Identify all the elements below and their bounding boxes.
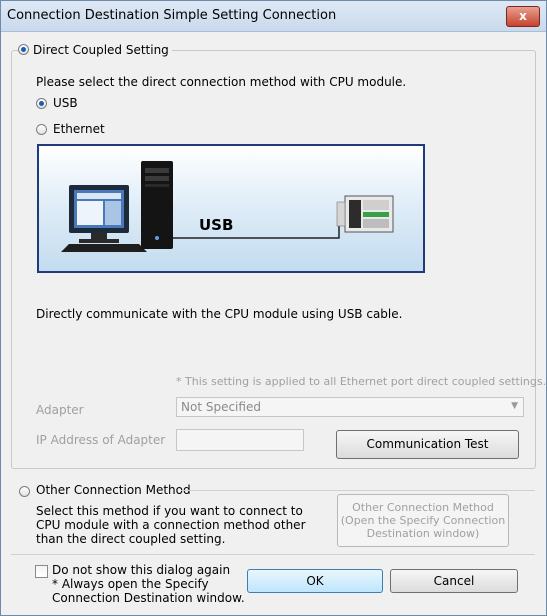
footer-separator (11, 554, 535, 555)
keyboard-icon (61, 244, 147, 252)
ok-button[interactable]: OK (247, 569, 383, 593)
other-connection-radio[interactable] (19, 486, 30, 497)
communication-test-button[interactable]: Communication Test (336, 430, 519, 459)
connection-diagram: USB (37, 144, 425, 273)
direct-description: Directly communicate with the CPU module… (36, 307, 403, 321)
usb-radio-label: USB (53, 96, 78, 110)
ok-button-label: OK (306, 574, 324, 588)
ethernet-note: * This setting is applied to all Etherne… (176, 375, 547, 388)
pc-tower-icon (141, 161, 173, 249)
other-description-2: CPU module with a connection method othe… (36, 518, 306, 532)
other-connection-method-button[interactable]: Other Connection Method (Open the Specif… (337, 494, 509, 547)
direct-coupled-legend: Direct Coupled Setting (18, 43, 172, 57)
dialog-window: Connection Destination Simple Setting Co… (0, 0, 547, 616)
do-not-show-note-1: * Always open the Specify (52, 577, 209, 591)
other-button-line-2: (Open the Specify Connection (340, 514, 506, 527)
do-not-show-note-2: Connection Destination window. (52, 591, 245, 605)
other-connection-separator (181, 490, 535, 491)
direct-coupled-radio[interactable] (18, 44, 29, 55)
cancel-button-label: Cancel (433, 574, 475, 588)
other-description-1: Select this method if you want to connec… (36, 504, 303, 518)
other-description-3: than the direct coupled setting. (36, 532, 226, 546)
monitor-icon (69, 185, 129, 243)
plc-module-icon (336, 195, 394, 233)
title-bar[interactable]: Connection Destination Simple Setting Co… (1, 1, 546, 32)
adapter-select[interactable]: Not Specified ▼ (176, 397, 524, 417)
adapter-label: Adapter (36, 403, 84, 417)
do-not-show-label: Do not show this dialog again (52, 563, 231, 577)
communication-test-label: Communication Test (366, 437, 489, 451)
direct-coupled-label: Direct Coupled Setting (33, 43, 169, 57)
ethernet-radio-label: Ethernet (53, 122, 105, 136)
usb-radio[interactable] (36, 98, 47, 109)
other-connection-legend: Other Connection Method (36, 483, 191, 497)
do-not-show-checkbox[interactable] (35, 565, 48, 578)
cancel-button[interactable]: Cancel (390, 569, 518, 593)
usb-connection-illustration (61, 161, 394, 252)
window-title: Connection Destination Simple Setting Co… (7, 8, 337, 23)
chevron-down-icon: ▼ (511, 401, 518, 411)
direct-prompt: Please select the direct connection meth… (36, 75, 407, 89)
close-button[interactable]: x (506, 6, 540, 27)
adapter-select-value: Not Specified (181, 400, 261, 414)
other-button-line-3: Destination window) (366, 527, 480, 540)
diagram-usb-label: USB (199, 216, 234, 234)
ip-address-input[interactable] (176, 429, 304, 451)
ip-address-label: IP Address of Adapter (36, 433, 166, 447)
other-button-line-1: Other Connection Method (352, 501, 494, 514)
ethernet-radio[interactable] (36, 124, 47, 135)
